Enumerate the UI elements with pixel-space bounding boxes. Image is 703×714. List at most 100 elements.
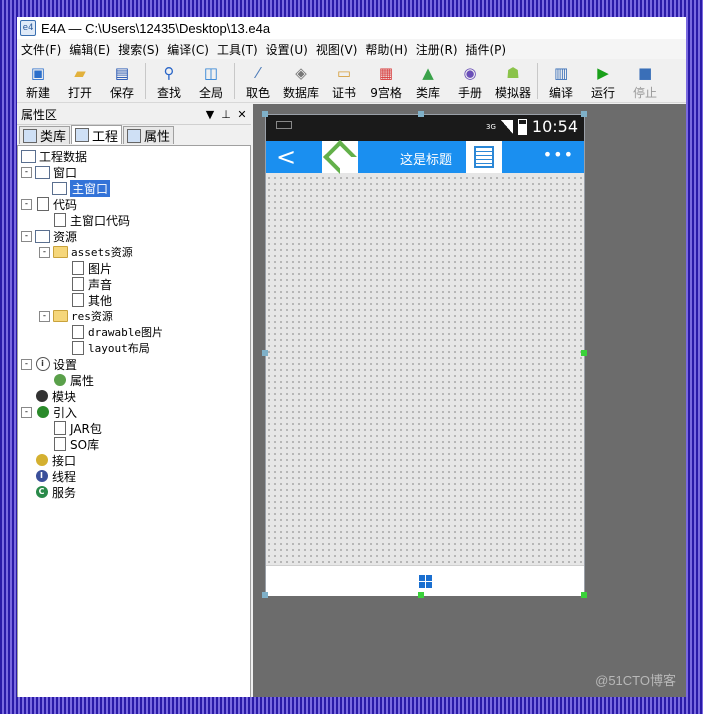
tree-item[interactable]: 主窗口代码 <box>39 212 130 228</box>
dropdown-icon[interactable]: ▼ <box>203 108 217 121</box>
toolbar-separator <box>145 63 146 99</box>
toolbar-label: 全局 <box>198 86 223 100</box>
toolbar-button[interactable]: ☗ 模拟器 <box>491 60 535 101</box>
tree-item-label: res资源 <box>71 310 113 323</box>
tree-item[interactable]: - 引入 <box>21 404 77 420</box>
collapse-icon[interactable]: - <box>21 358 32 370</box>
tree-item-label: layout布局 <box>88 342 150 355</box>
resize-handle[interactable] <box>418 111 424 117</box>
tree-item[interactable]: I 线程 <box>21 468 76 484</box>
toolbar-button[interactable]: ▲ 类库 <box>407 60 449 101</box>
resize-handle[interactable] <box>262 111 268 117</box>
resize-handle[interactable] <box>262 350 268 356</box>
menu-item[interactable]: 视图(V) <box>312 41 362 58</box>
design-canvas[interactable]: 3G 10:54 < 这是标题 ••• @51CTO博客 <box>253 104 686 697</box>
pin-icon[interactable]: ⊥ <box>219 108 233 121</box>
collapse-icon[interactable]: - <box>21 198 32 210</box>
resize-handle[interactable] <box>581 592 587 598</box>
toolbar-button[interactable]: ▶ 运行 <box>582 60 624 101</box>
resize-handle[interactable] <box>581 350 587 356</box>
tree-item[interactable]: 属性 <box>39 372 94 388</box>
menu-item[interactable]: 搜索(S) <box>114 41 163 58</box>
resize-handle[interactable] <box>581 111 587 117</box>
toolbar-label: 9宫格 <box>370 86 402 100</box>
window-title: E4A — C:\Users\12435\Desktop\13.e4a <box>41 20 271 36</box>
collapse-icon[interactable]: - <box>39 246 50 258</box>
menu-item[interactable]: 注册(R) <box>412 41 462 58</box>
tree-item[interactable]: 声音 <box>57 276 112 292</box>
toolbar-button[interactable]: ■ 停止 <box>624 60 666 101</box>
tree-item[interactable]: JAR包 <box>39 420 102 436</box>
tree-item[interactable]: layout布局 <box>57 340 150 356</box>
tree-item[interactable]: drawable图片 <box>57 324 163 340</box>
tree-item[interactable]: 图片 <box>57 260 112 276</box>
tab-property[interactable]: 属性 <box>123 126 175 145</box>
tree-item[interactable]: 工程数据 <box>21 148 87 164</box>
help-document-icon <box>70 293 85 307</box>
toolbar-button[interactable]: ▰ 打开 <box>59 60 101 101</box>
toolbar-label: 运行 <box>591 86 616 100</box>
phone-preview[interactable]: 3G 10:54 < 这是标题 ••• <box>265 114 585 596</box>
menu-item[interactable]: 工具(T) <box>213 41 262 58</box>
tree-item[interactable]: 其他 <box>57 292 112 308</box>
toolbar-button[interactable]: ⚲ 查找 <box>148 60 190 101</box>
layout-icon <box>70 341 85 355</box>
tree-item[interactable]: - res资源 <box>39 308 113 324</box>
menu-item[interactable]: 帮助(H) <box>361 41 411 58</box>
tab-project[interactable]: 工程 <box>71 125 123 145</box>
tab-library[interactable]: 类库 <box>19 126 71 145</box>
toolbar-label: 保存 <box>109 86 134 100</box>
close-icon[interactable]: ✕ <box>235 108 249 121</box>
manual-icon: ◉ <box>463 64 477 82</box>
tree-item[interactable]: 主窗口 <box>39 179 111 197</box>
tree-item[interactable]: SO库 <box>39 436 99 452</box>
resize-handle[interactable] <box>418 592 424 598</box>
toolbar-label: 手册 <box>458 86 483 100</box>
tree-item[interactable]: - assets资源 <box>39 244 133 260</box>
collapse-icon[interactable]: - <box>21 166 32 178</box>
toolbar-button[interactable]: ▦ 9宫格 <box>365 60 407 101</box>
tree-item[interactable]: C 服务 <box>21 484 76 500</box>
tree-item[interactable]: - 代码 <box>21 196 77 212</box>
toolbar-button[interactable]: ⁄ 取色 <box>237 60 279 101</box>
menu-item[interactable]: 插件(P) <box>462 41 511 58</box>
project-icon <box>21 149 36 163</box>
menu-item[interactable]: 文件(F) <box>17 41 65 58</box>
logo-image[interactable] <box>322 140 358 174</box>
toolbar-label: 新建 <box>25 86 50 100</box>
music-note-icon <box>70 277 85 291</box>
tree-item[interactable]: - 资源 <box>21 228 77 244</box>
toolbar-button[interactable]: ◉ 手册 <box>449 60 491 101</box>
toolbar-button[interactable]: ◈ 数据库 <box>279 60 323 101</box>
back-icon[interactable]: < <box>276 143 296 171</box>
module-icon <box>34 389 49 403</box>
toolbar-button[interactable]: ◫ 全局 <box>190 60 232 101</box>
collapse-icon[interactable]: - <box>21 406 32 418</box>
toolbar-button[interactable]: ▤ 保存 <box>101 60 143 101</box>
menu-item[interactable]: 编译(C) <box>163 41 213 58</box>
resize-handle[interactable] <box>262 592 268 598</box>
folder-icon <box>53 309 68 323</box>
tree-item[interactable]: - i 设置 <box>21 356 77 372</box>
grid-icon[interactable] <box>418 574 432 588</box>
toolbar-button[interactable]: ▥ 编译 <box>540 60 582 101</box>
tree-item[interactable]: 模块 <box>21 388 76 404</box>
tree-item[interactable]: 接口 <box>21 452 76 468</box>
collapse-icon[interactable]: - <box>39 310 50 322</box>
tree-item[interactable]: - 窗口 <box>21 164 77 180</box>
menu-item[interactable]: 设置(U) <box>262 41 312 58</box>
list-image[interactable] <box>466 141 502 173</box>
tree-item-label: 服务 <box>52 485 77 500</box>
collapse-icon[interactable]: - <box>21 230 32 242</box>
library-icon: ▲ <box>422 64 434 82</box>
global-icon: ◫ <box>203 64 219 82</box>
toolbar-button[interactable]: ▭ 证书 <box>323 60 365 101</box>
toolbar-button[interactable]: ▣ 新建 <box>17 60 59 101</box>
phone-bottom-bar[interactable] <box>266 565 584 596</box>
network-label: 3G <box>486 122 496 131</box>
menu-item[interactable]: 编辑(E) <box>65 41 114 58</box>
info-icon: i <box>35 357 50 371</box>
more-icon[interactable]: ••• <box>543 145 574 164</box>
tree-item-label: 接口 <box>52 453 77 468</box>
run-icon: ▶ <box>597 64 609 82</box>
